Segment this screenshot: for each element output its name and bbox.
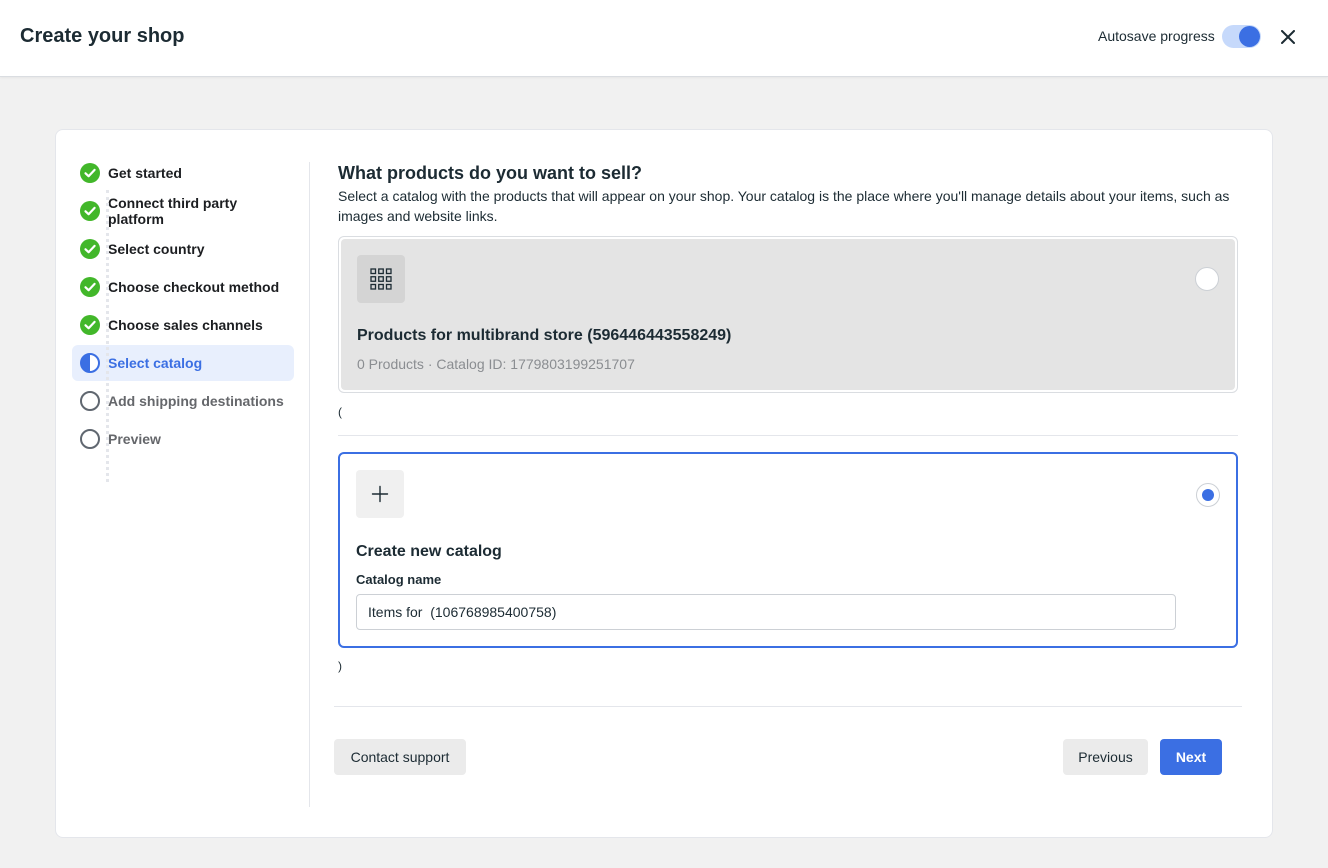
step-label: Choose checkout method: [108, 279, 280, 295]
close-paren-text: ): [338, 659, 342, 673]
toggle-knob: [1239, 26, 1260, 47]
radio-selected-dot: [1202, 489, 1214, 501]
plus-icon: [371, 485, 389, 503]
steps-nav: Get started Connect third party platform…: [72, 154, 294, 482]
contact-support-button[interactable]: Contact support: [334, 739, 466, 775]
section-description: Select a catalog with the products that …: [338, 188, 1230, 224]
catalog-meta: 0 Products · Catalog ID: 177980319925170…: [357, 356, 635, 372]
existing-catalog-radio[interactable]: [1195, 267, 1219, 291]
setup-card: Get started Connect third party platform…: [55, 129, 1273, 838]
sidebar-divider: [309, 162, 310, 807]
plus-icon-tile: [356, 470, 404, 518]
check-circle-icon: [80, 163, 100, 183]
close-icon: [1281, 30, 1295, 44]
existing-catalog-option[interactable]: Products for multibrand store (596446443…: [338, 236, 1238, 393]
close-button[interactable]: [1276, 25, 1300, 49]
catalog-separator: [338, 435, 1238, 436]
page-title: Create your shop: [20, 25, 185, 47]
step-label: Select country: [108, 241, 205, 257]
footer-separator: [334, 706, 1242, 707]
new-catalog-title: Create new catalog: [356, 543, 502, 560]
step-label: Add shipping destinations: [108, 393, 284, 409]
empty-circle-icon: [80, 429, 100, 449]
catalog-name: Products for multibrand store (596446443…: [357, 327, 732, 344]
check-circle-icon: [80, 315, 100, 335]
next-button[interactable]: Next: [1160, 739, 1222, 775]
open-paren-text: (: [338, 405, 342, 419]
new-catalog-option[interactable]: Create new catalog Catalog name: [338, 452, 1238, 648]
half-circle-icon: [80, 353, 100, 373]
step-label: Connect third party platform: [108, 195, 238, 227]
catalog-name-label: Catalog name: [356, 572, 442, 587]
section-heading: What products do you want to sell?: [338, 163, 642, 183]
autosave-label: Autosave progress: [1098, 28, 1215, 44]
step-label: Select catalog: [108, 355, 203, 371]
step-label: Preview: [108, 431, 161, 447]
grid-icon: [370, 268, 392, 290]
step-label: Get started: [108, 165, 182, 181]
step-get-started[interactable]: Get started: [72, 154, 294, 192]
check-circle-icon: [80, 201, 100, 221]
step-label: Choose sales channels: [108, 317, 263, 333]
new-catalog-radio[interactable]: [1196, 483, 1220, 507]
top-bar: Create your shop Autosave progress: [0, 0, 1328, 77]
autosave-toggle[interactable]: [1222, 25, 1261, 48]
empty-circle-icon: [80, 391, 100, 411]
steps-connector: [106, 190, 109, 482]
catalog-icon-tile: [357, 255, 405, 303]
check-circle-icon: [80, 277, 100, 297]
catalog-name-input[interactable]: [356, 594, 1176, 630]
previous-button[interactable]: Previous: [1063, 739, 1148, 775]
check-circle-icon: [80, 239, 100, 259]
existing-catalog-body: Products for multibrand store (596446443…: [341, 239, 1235, 390]
